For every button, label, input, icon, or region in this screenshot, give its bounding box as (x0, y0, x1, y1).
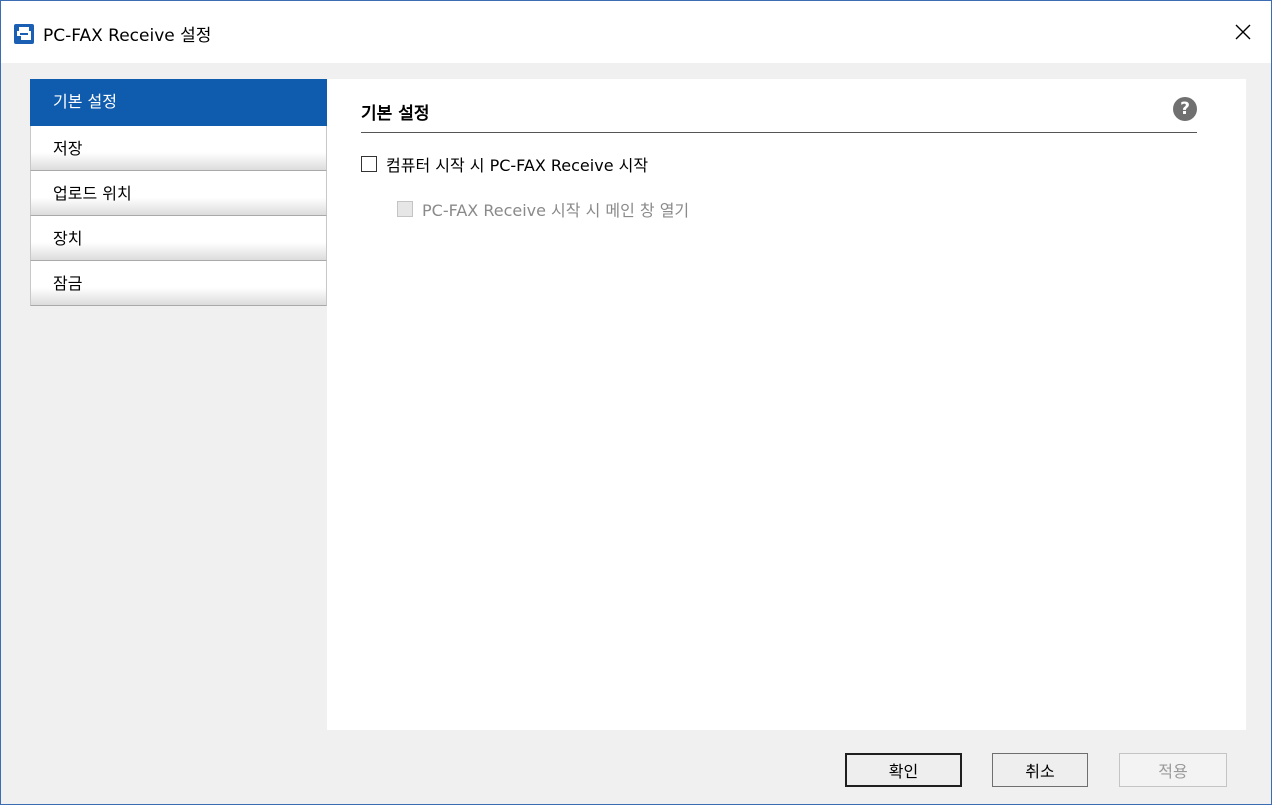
dialog-window: PC-FAX Receive 설정 기본 설정 저장 업로드 위치 장치 잠금 … (0, 0, 1272, 805)
sidebar-item-label: 저장 (53, 139, 83, 158)
sidebar-item-save[interactable]: 저장 (30, 126, 327, 171)
settings-panel: 기본 설정 ? 컴퓨터 시작 시 PC-FAX Receive 시작 PC-FA… (327, 79, 1246, 730)
help-icon[interactable]: ? (1173, 97, 1197, 121)
sidebar-item-label: 업로드 위치 (53, 184, 132, 203)
start-on-boot-option[interactable]: 컴퓨터 시작 시 PC-FAX Receive 시작 (361, 152, 648, 176)
sidebar-item-label: 잠금 (53, 274, 83, 293)
sidebar-item-label: 장치 (53, 229, 83, 248)
close-icon (1235, 24, 1251, 40)
section-divider (361, 132, 1197, 133)
close-button[interactable] (1215, 1, 1271, 63)
apply-button: 적용 (1119, 753, 1227, 787)
sidebar-item-lock[interactable]: 잠금 (30, 261, 327, 306)
sidebar-item-device[interactable]: 장치 (30, 216, 327, 261)
sidebar-nav: 기본 설정 저장 업로드 위치 장치 잠금 (30, 79, 327, 306)
fax-icon (14, 24, 34, 44)
section-title: 기본 설정 (361, 104, 430, 124)
start-on-boot-label: 컴퓨터 시작 시 PC-FAX Receive 시작 (386, 156, 649, 175)
open-main-window-option: PC-FAX Receive 시작 시 메인 창 열기 (397, 197, 689, 221)
sidebar-item-basic-settings[interactable]: 기본 설정 (30, 79, 327, 126)
open-main-window-label: PC-FAX Receive 시작 시 메인 창 열기 (422, 201, 690, 220)
start-on-boot-checkbox[interactable] (361, 156, 377, 172)
sidebar-item-upload-location[interactable]: 업로드 위치 (30, 171, 327, 216)
open-main-window-checkbox (397, 201, 413, 217)
cancel-button[interactable]: 취소 (992, 753, 1088, 787)
title-bar: PC-FAX Receive 설정 (1, 1, 1271, 63)
sidebar-item-label: 기본 설정 (53, 92, 117, 111)
window-title: PC-FAX Receive 설정 (43, 26, 212, 46)
ok-button[interactable]: 확인 (845, 753, 962, 787)
